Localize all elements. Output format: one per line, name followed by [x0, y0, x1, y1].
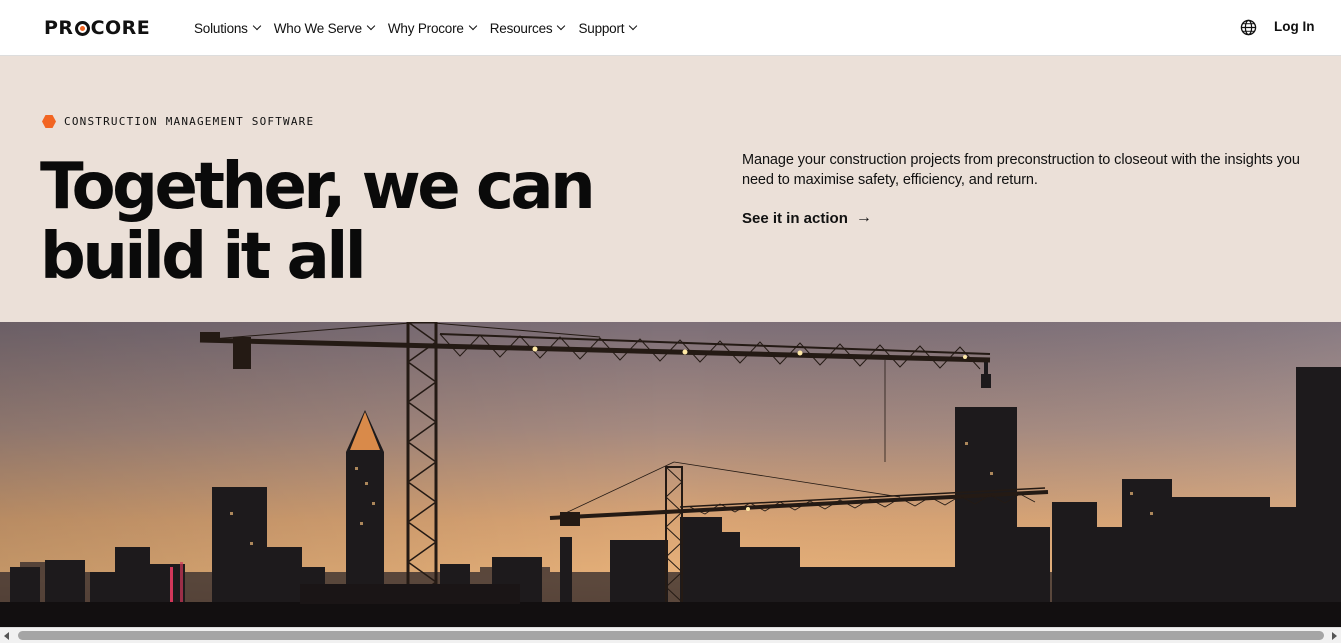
logo-text-start: PR: [44, 17, 74, 39]
see-it-in-action-link[interactable]: See it in action →: [742, 209, 872, 227]
nav-why-procore-label: Why Procore: [387, 20, 464, 36]
scroll-left-arrow-icon[interactable]: [4, 632, 9, 640]
globe-icon[interactable]: [1240, 19, 1257, 36]
headline-line-2: build it all: [40, 220, 367, 294]
hero-eyebrow: CONSTRUCTION MANAGEMENT SOFTWARE: [42, 115, 314, 128]
login-link[interactable]: Log In: [1274, 19, 1315, 34]
hero-headline: Together, we can build it all: [40, 152, 680, 292]
chevron-down-icon: [629, 21, 638, 31]
hexagon-icon: [42, 115, 56, 128]
nav-support-label: Support: [578, 20, 625, 36]
horizontal-scrollbar[interactable]: [0, 627, 1341, 643]
procore-logo[interactable]: PR CORE: [44, 17, 150, 39]
nav-who-we-serve-label: Who We Serve: [273, 20, 362, 36]
chevron-down-icon: [252, 21, 261, 31]
scroll-right-arrow-icon[interactable]: [1332, 632, 1337, 640]
hero-skyline-image: [0, 322, 1341, 627]
nav-solutions[interactable]: Solutions: [194, 20, 261, 36]
nav-solutions-label: Solutions: [194, 20, 248, 36]
nav-why-procore[interactable]: Why Procore: [387, 20, 477, 36]
scrollbar-thumb[interactable]: [18, 631, 1324, 640]
nav-resources-label: Resources: [489, 20, 553, 36]
chevron-down-icon: [557, 21, 566, 31]
cta-label: See it in action: [742, 209, 848, 227]
headline-line-1: Together, we can: [40, 150, 596, 224]
chevron-down-icon: [468, 21, 477, 31]
nav-support[interactable]: Support: [578, 20, 638, 36]
nav-who-we-serve[interactable]: Who We Serve: [273, 20, 376, 36]
hero-subtext: Manage your construction projects from p…: [742, 152, 1300, 188]
logo-o-mark: [74, 20, 90, 36]
skyline-illustration: [0, 322, 1341, 627]
nav-resources[interactable]: Resources: [489, 20, 566, 36]
chevron-down-icon: [366, 21, 376, 31]
site-header: PR CORE Solutions Who We Serve Why Proco…: [0, 0, 1341, 56]
hero-section: CONSTRUCTION MANAGEMENT SOFTWARE Togethe…: [0, 56, 1341, 322]
main-nav: Solutions Who We Serve Why Procore Resou…: [194, 0, 638, 56]
arrow-right-icon: →: [855, 209, 872, 226]
eyebrow-text: CONSTRUCTION MANAGEMENT SOFTWARE: [64, 115, 315, 128]
logo-text-end: CORE: [90, 17, 151, 39]
